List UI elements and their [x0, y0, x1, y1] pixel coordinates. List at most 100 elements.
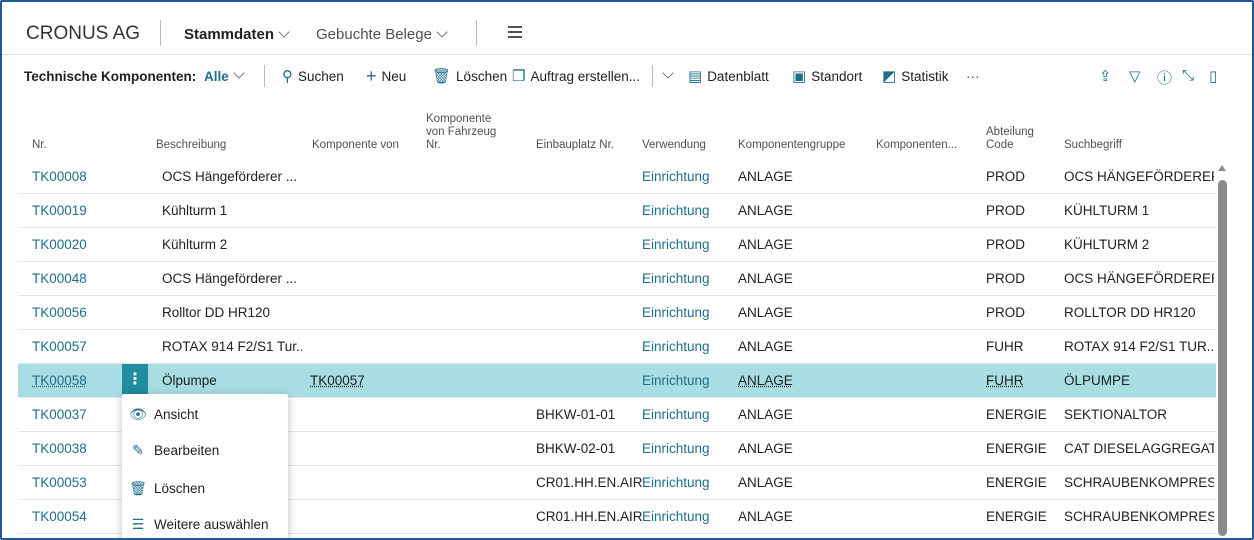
context-menu-edit[interactable]: ✎ Bearbeiten	[122, 432, 288, 468]
location-icon: ▣	[792, 68, 807, 85]
filter-icon[interactable]: ▽	[1129, 67, 1141, 85]
column-header-beschreibung[interactable]: Beschreibung	[156, 139, 226, 152]
cell-suchbegriff: ÖLPUMPE	[1064, 373, 1131, 388]
chevron-down-icon	[278, 26, 290, 38]
table-row[interactable]: TK00056 Rolltor DD HR120 Einrichtung ANLAGE…	[18, 296, 1216, 330]
datasheet-button[interactable]: ▤ Datenblatt	[688, 55, 769, 97]
table-row[interactable]: TK00019 Kühlturm 1 Einrichtung ANLAGE PROD KÜ…	[18, 194, 1216, 228]
action-divider	[652, 65, 653, 87]
nav-divider	[476, 20, 477, 46]
cell-verwendung[interactable]: Einrichtung	[642, 466, 710, 500]
statistics-button[interactable]: ◩ Statistik	[882, 55, 948, 97]
column-header-line: von Fahrzeug	[426, 126, 497, 138]
row-actions-button[interactable]: ⋮	[122, 364, 148, 398]
scrollbar-thumb[interactable]	[1218, 180, 1227, 536]
cell-nr[interactable]: TK00053	[32, 466, 87, 500]
new-button[interactable]: + Neu	[366, 55, 406, 97]
info-icon[interactable]: ⓘ	[1157, 67, 1172, 88]
cell-einbauplatz: CR01.HH.EN.AIR	[536, 475, 643, 490]
cell-nr[interactable]: TK00020	[32, 228, 87, 262]
location-button[interactable]: ▣ Standort	[792, 55, 862, 97]
create-order-button[interactable]: ❐ Auftrag erstellen...	[512, 55, 640, 97]
cell-abteilung: PROD	[986, 237, 1026, 252]
column-header-suchbegriff[interactable]: Suchbegriff	[1064, 139, 1122, 152]
cell-komponentengruppe: ANLAGE	[738, 237, 793, 252]
column-header-komponente-fahrzeug[interactable]: Komponente von Fahrzeug Nr.	[426, 113, 496, 152]
more-options-button[interactable]: ···	[966, 55, 980, 97]
cell-nr[interactable]: TK00048	[32, 262, 87, 296]
cell-abteilung: PROD	[986, 271, 1026, 286]
table-row[interactable]: TK00020 Kühlturm 2 Einrichtung ANLAGE PROD KÜ…	[18, 228, 1216, 262]
cell-abteilung: FUHR	[986, 373, 1024, 388]
company-name[interactable]: CRONUS AG	[26, 23, 140, 45]
column-header-verwendung[interactable]: Verwendung	[642, 139, 706, 152]
cell-beschreibung: OCS Hängeförderer ...	[162, 271, 298, 286]
column-header-einbauplatz[interactable]: Einbauplatz Nr.	[536, 139, 614, 152]
cell-beschreibung: Kühlturm 1	[162, 203, 228, 218]
view-filter-dropdown[interactable]: Alle	[204, 55, 245, 97]
column-header-line: Komponente	[426, 113, 492, 125]
cell-komponentengruppe: ANLAGE	[738, 509, 793, 524]
cell-verwendung[interactable]: Einrichtung	[642, 432, 710, 466]
cell-komponentengruppe: ANLAGE	[738, 373, 793, 388]
cell-nr[interactable]: TK00056	[32, 296, 87, 330]
cell-abteilung: FUHR	[986, 339, 1024, 354]
cell-verwendung[interactable]: Einrichtung	[642, 296, 710, 330]
context-menu-delete[interactable]: 🗑 Löschen	[122, 470, 288, 506]
cell-suchbegriff: ROLLTOR DD HR120	[1064, 305, 1196, 320]
delete-button[interactable]: 🗑 Löschen	[432, 55, 507, 97]
cell-suchbegriff: SCHRAUBENKOMPRES...	[1064, 475, 1214, 490]
cell-nr[interactable]: TK00057	[32, 330, 87, 364]
cell-nr[interactable]: TK00058	[32, 364, 87, 398]
cell-nr[interactable]: TK00037	[32, 398, 87, 432]
table-row[interactable]: TK00058 Ölpumpe TK00057 Einrichtung ANLAGE FU…	[18, 364, 1216, 398]
context-menu-view[interactable]: 👁 Ansicht	[122, 396, 288, 432]
table-row[interactable]: TK00008 OCS Hängeförderer ... Einrichtung A…	[18, 160, 1216, 194]
column-header-nr[interactable]: Nr.	[32, 139, 47, 152]
cell-verwendung[interactable]: Einrichtung	[642, 500, 710, 534]
cell-nr[interactable]: TK00008	[32, 160, 87, 194]
scroll-up-arrow-icon[interactable]	[1218, 165, 1226, 171]
cell-komponentengruppe: ANLAGE	[738, 407, 793, 422]
column-header-komponente-von[interactable]: Komponente von	[312, 139, 399, 152]
nav-menu-stammdaten[interactable]: Stammdaten	[184, 26, 290, 43]
cell-abteilung: PROD	[986, 305, 1026, 320]
cell-suchbegriff: KÜHLTURM 2	[1064, 237, 1150, 252]
cell-beschreibung: OCS Hängeförderer ...	[162, 169, 298, 184]
cell-verwendung[interactable]: Einrichtung	[642, 194, 710, 228]
cell-beschreibung: Ölpumpe	[162, 373, 217, 388]
trash-icon: 🗑	[129, 479, 147, 496]
cell-verwendung[interactable]: Einrichtung	[642, 330, 710, 364]
cell-verwendung[interactable]: Einrichtung	[642, 364, 710, 398]
cell-nr[interactable]: TK00038	[32, 432, 87, 466]
cell-verwendung[interactable]: Einrichtung	[642, 262, 710, 296]
share-icon[interactable]: ⇪	[1099, 67, 1112, 85]
context-menu-select-more[interactable]: ☰ Weitere auswählen	[122, 506, 288, 538]
hamburger-menu-icon[interactable]	[508, 26, 522, 38]
column-header-abteilung[interactable]: Abteilung Code	[986, 126, 1034, 152]
column-header-komponentengruppe[interactable]: Komponentengruppe	[738, 139, 845, 152]
search-button[interactable]: ⚲ Suchen	[282, 55, 344, 97]
nav-menu-label: Stammdaten	[184, 26, 275, 43]
table-row[interactable]: TK00057 ROTAX 914 F2/S1 Tur... Einrichtung…	[18, 330, 1216, 364]
collapse-icon[interactable]: ⤡	[1182, 67, 1194, 84]
cell-komponente-von[interactable]: TK00057	[310, 364, 365, 398]
cell-suchbegriff: SCHRAUBENKOMPRES...	[1064, 509, 1214, 524]
table-row[interactable]: TK00048 OCS Hängeförderer ... Einrichtung A…	[18, 262, 1216, 296]
cell-suchbegriff: KÜHLTURM 1	[1064, 203, 1150, 218]
cell-komponentengruppe: ANLAGE	[738, 339, 793, 354]
table-header: Nr. Beschreibung Komponente von Komponen…	[2, 96, 1222, 160]
column-header-komponenten[interactable]: Komponenten...	[876, 139, 957, 152]
row-context-menu: 👁 Ansicht ✎ Bearbeiten 🗑 Löschen ☰ Weitere a…	[122, 394, 288, 538]
bookmark-icon[interactable]: ▯	[1209, 67, 1217, 85]
cell-nr[interactable]: TK00054	[32, 500, 87, 534]
more-actions-dropdown[interactable]	[662, 55, 674, 97]
cell-suchbegriff: SEKTIONALTOR	[1064, 407, 1168, 422]
cell-verwendung[interactable]: Einrichtung	[642, 398, 710, 432]
nav-menu-gebuchte-belege[interactable]: Gebuchte Belege	[316, 26, 448, 43]
cell-verwendung[interactable]: Einrichtung	[642, 228, 710, 262]
cell-nr[interactable]: TK00019	[32, 194, 87, 228]
cell-suchbegriff: CAT DIESELAGGREGAT ...	[1064, 441, 1214, 456]
cell-verwendung[interactable]: Einrichtung	[642, 160, 710, 194]
nav-divider	[160, 20, 161, 46]
